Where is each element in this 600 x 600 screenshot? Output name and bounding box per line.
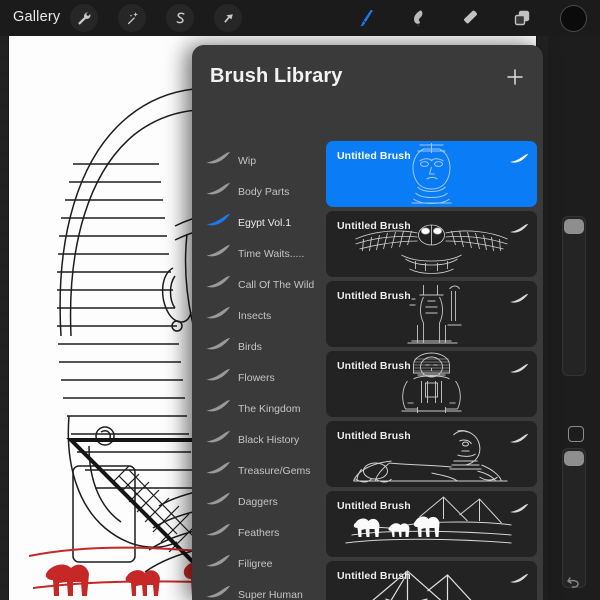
eraser-icon[interactable] [456,4,484,32]
brush-item[interactable]: Untitled Brush [326,491,537,557]
color-swatch[interactable] [558,3,588,33]
brush-name-label: Untitled Brush [337,290,411,302]
brush-item[interactable]: Untitled Brush [326,141,537,207]
brush-swoosh-icon [205,275,231,294]
brush-set-item[interactable]: Super Human [192,579,320,600]
panel-title: Brush Library [210,65,343,87]
brush-set-item[interactable]: Treasure/Gems [192,455,320,486]
brush-set-label: Wip [238,154,257,167]
brush-set-item[interactable]: Black History [192,424,320,455]
brush-set-label: Black History [238,433,300,446]
opacity-slider[interactable] [562,448,586,588]
brush-swoosh-icon [205,430,231,449]
brush-set-item[interactable]: Wip [192,145,320,176]
brush-set-label: Time Waits..... [238,247,305,260]
brush-set-item[interactable]: Body Parts [192,176,320,207]
brush-set-item[interactable]: Feathers [192,517,320,548]
layers-icon[interactable] [508,4,536,32]
brush-set-label: The Kingdom [238,402,301,415]
brush-set-item[interactable]: Time Waits..... [192,238,320,269]
brush-set-item[interactable]: Egypt Vol.1 [192,207,320,238]
brush-set-label: Treasure/Gems [238,464,311,477]
sidebar-controls [548,36,600,600]
brush-size-slider[interactable] [562,216,586,376]
smudge-icon[interactable] [404,4,432,32]
brush-set-label: Filigree [238,557,273,570]
brush-set-item[interactable]: The Kingdom [192,393,320,424]
top-toolbar: Gallery [0,0,600,36]
brush-name-label: Untitled Brush [337,150,411,162]
brush-set-label: Feathers [238,526,280,539]
brush-swoosh-icon [205,182,231,201]
brush-set-item[interactable]: Insects [192,300,320,331]
add-brush-icon[interactable] [503,65,527,89]
brush-name-label: Untitled Brush [337,570,411,582]
brush-set-item[interactable]: Flowers [192,362,320,393]
brush-stroke-preview-icon [509,361,529,379]
brush-size-knob[interactable] [564,219,584,234]
brush-item[interactable]: Untitled Brush [326,211,537,277]
adjustments-wand-icon[interactable] [118,4,146,32]
brush-swoosh-icon [205,461,231,480]
brush-name-label: Untitled Brush [337,360,411,372]
brush-stroke-preview-icon [509,571,529,589]
brush-name-label: Untitled Brush [337,500,411,512]
brush-stroke-preview-icon [509,291,529,309]
brush-sets-list[interactable]: Wip Body Parts Egypt Vol.1 Time Waits..... C… [192,145,320,600]
brush-library-panel[interactable]: Brush Library Wip Body Parts Egypt Vol.1 Ti… [192,45,543,600]
brush-item[interactable]: Untitled Brush [326,351,537,417]
brush-set-item[interactable]: Filigree [192,548,320,579]
opacity-knob[interactable] [564,451,584,466]
brush-swoosh-icon [205,492,231,511]
brush-stroke-preview-icon [509,501,529,519]
brush-swoosh-icon [205,213,231,232]
brush-swoosh-icon [205,151,231,170]
brush-set-label: Body Parts [238,185,290,198]
brush-swoosh-icon [205,585,231,600]
brush-swoosh-icon [205,368,231,387]
brush-swoosh-icon [205,244,231,263]
brush-swoosh-icon [205,306,231,325]
brush-set-label: Super Human [238,588,303,600]
brush-stroke-preview-icon [509,221,529,239]
brush-set-item[interactable]: Birds [192,331,320,362]
actions-wrench-icon[interactable] [70,4,98,32]
brush-swoosh-icon [205,337,231,356]
selection-icon[interactable] [166,4,194,32]
brush-stroke-preview-icon [509,431,529,449]
brush-set-label: Call Of The Wild [238,278,315,291]
brush-stroke-preview-icon [509,151,529,169]
brush-item[interactable]: Untitled Brush [326,561,537,600]
gallery-button[interactable]: Gallery [13,9,60,25]
brush-swoosh-icon [205,399,231,418]
transform-arrow-icon[interactable] [214,4,242,32]
brush-swoosh-icon [205,554,231,573]
brush-item[interactable]: Untitled Brush [326,281,537,347]
brush-set-label: Daggers [238,495,278,508]
brush-item[interactable]: Untitled Brush [326,421,537,487]
procreate-app: Gallery Brush Library Wip Body Parts Egy… [0,0,600,600]
brush-name-label: Untitled Brush [337,220,411,232]
brush-name-label: Untitled Brush [337,430,411,442]
brush-set-label: Egypt Vol.1 [238,216,292,229]
brushes-list[interactable]: Untitled Brush Untitled Brush Untitled Bru… [320,141,543,600]
modify-button[interactable] [568,426,584,442]
brush-set-label: Birds [238,340,262,353]
brush-set-label: Insects [238,309,272,322]
brush-swoosh-icon [205,523,231,542]
paint-brush-icon[interactable] [352,4,380,32]
undo-icon[interactable] [564,572,584,592]
brush-set-item[interactable]: Daggers [192,486,320,517]
brush-set-item[interactable]: Call Of The Wild [192,269,320,300]
brush-set-label: Flowers [238,371,275,384]
